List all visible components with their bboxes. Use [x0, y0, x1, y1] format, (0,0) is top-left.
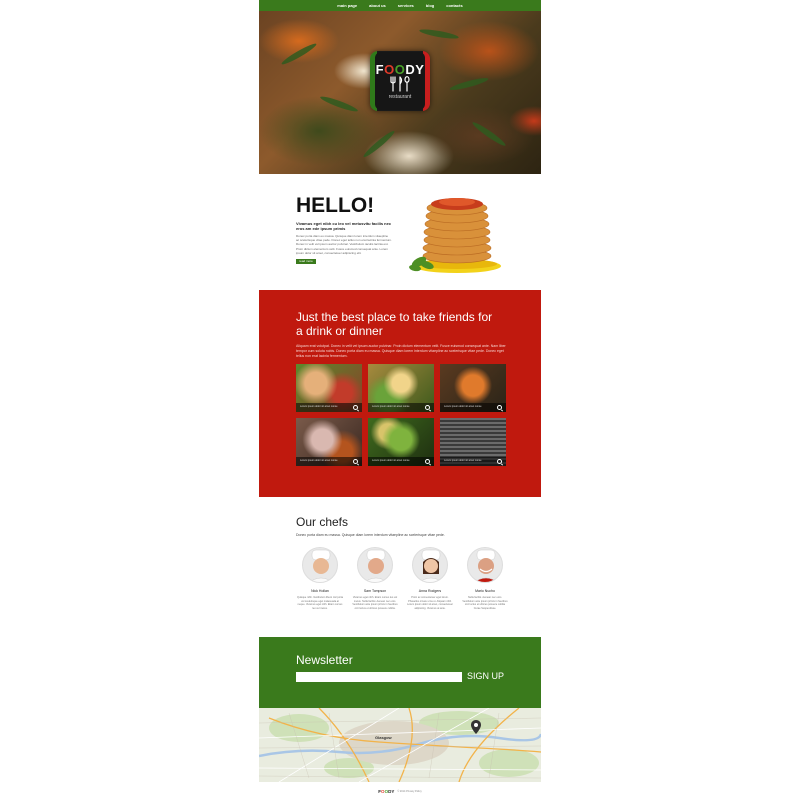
gallery-item[interactable]: Lorem ipsum dolor sit amet conse: [296, 418, 362, 466]
nav-item-main-page[interactable]: main page: [337, 3, 357, 8]
newsletter-email-input[interactable]: [296, 672, 462, 682]
leaf-decoration: [361, 128, 397, 160]
zoom-icon[interactable]: [497, 405, 502, 410]
chefs-title: Our chefs: [296, 515, 349, 529]
chef-card[interactable]: Mario Nucho Nulla facilisi. Aenean nec e…: [462, 547, 508, 610]
logo-letters-dy: DY: [405, 61, 425, 77]
leaf-decoration: [470, 120, 508, 148]
gallery-caption-bar: Lorem ipsum dolor sit amet conse: [296, 457, 362, 466]
gallery-caption-bar: Lorem ipsum dolor sit amet conse: [440, 457, 506, 466]
footer-logo-letters-dy: DY: [388, 788, 395, 794]
gallery-item[interactable]: Lorem ipsum dolor sit amet conse: [440, 418, 506, 466]
gallery-caption: Lorem ipsum dolor sit amet conse: [444, 405, 482, 408]
logo-badge: FOODY restaurant: [375, 52, 425, 110]
location-map[interactable]: Glasgow: [259, 708, 541, 782]
nav-item-about-us[interactable]: about us: [369, 3, 386, 8]
zoom-icon[interactable]: [425, 405, 430, 410]
chef-card[interactable]: Anna Rodgers Proin ac consectetuer eget …: [407, 547, 453, 610]
logo-wordmark: FOODY: [376, 63, 425, 76]
logo-letter-o2: O: [394, 61, 406, 77]
footer: FOODY © 2014 Privacy Policy: [259, 782, 541, 800]
chef-description: Quisque nibh. Vestibulum libero nisl por…: [297, 596, 343, 610]
hello-section: HELLO! Vivamus eget nibh cu leo vel metu…: [259, 174, 541, 290]
chefs-section: Our chefs Donec porta diam eu massa. Qui…: [259, 497, 541, 637]
chef-portrait-icon: [474, 549, 498, 582]
chef-portrait-icon: [419, 549, 443, 582]
chef-description: Proin ac consectetuer eget lorem. Phasel…: [407, 596, 453, 610]
leaf-decoration: [319, 94, 359, 114]
leaf-decoration: [280, 41, 318, 67]
nav-item-contacts[interactable]: contacts: [446, 3, 462, 8]
gallery-item[interactable]: Lorem ipsum dolor sit amet conse: [296, 364, 362, 412]
gallery-title: Just the best place to take friends for …: [296, 310, 493, 338]
hello-body: Donec porta diam eu massa. Quisque diam …: [296, 234, 392, 255]
gallery-caption-bar: Lorem ipsum dolor sit amet conse: [368, 403, 434, 412]
gallery-intro: Aliquam erat volutpat. Donec in velit ve…: [296, 344, 506, 358]
chef-avatar: [467, 547, 503, 583]
newsletter-section: Newsletter SIGN UP: [259, 637, 541, 708]
chef-card[interactable]: Nick Hollan Quisque nibh. Vestibulum lib…: [297, 547, 343, 610]
footer-logo[interactable]: FOODY: [378, 789, 394, 794]
pancakes-image: [409, 198, 501, 273]
leaf-decoration: [418, 27, 460, 41]
gallery-item[interactable]: Lorem ipsum dolor sit amet conse: [368, 418, 434, 466]
chef-card[interactable]: Sam Tompson Vivamus eget nibh. Etiam cur…: [352, 547, 398, 610]
leaf-decoration: [448, 75, 490, 93]
gallery-item[interactable]: Lorem ipsum dolor sit amet conse: [368, 364, 434, 412]
gallery-item[interactable]: Lorem ipsum dolor sit amet conse: [440, 364, 506, 412]
logo-subtitle: restaurant: [388, 93, 412, 100]
page: main page about us services blog contact…: [259, 0, 541, 800]
gallery-caption-bar: Lorem ipsum dolor sit amet conse: [296, 403, 362, 412]
chef-avatar: [412, 547, 448, 583]
nav-item-blog[interactable]: blog: [426, 3, 434, 8]
hello-subtitle: Vivamus eget nibh cu leo vel metusvitu f…: [296, 221, 392, 231]
gallery-caption: Lorem ipsum dolor sit amet conse: [300, 459, 338, 462]
logo-letter-o1: O: [384, 61, 395, 77]
hello-title: HELLO!: [296, 194, 375, 217]
nav-item-services[interactable]: services: [398, 3, 414, 8]
gallery-caption: Lorem ipsum dolor sit amet conse: [372, 405, 410, 408]
newsletter-title: Newsletter: [296, 653, 353, 667]
map-pin-icon[interactable]: [471, 720, 481, 734]
gallery-caption-bar: Lorem ipsum dolor sit amet conse: [368, 457, 434, 466]
gallery-section: Just the best place to take friends for …: [259, 290, 541, 497]
hero-food-image: FOODY restaurant: [259, 11, 541, 174]
chefs-intro: Donec porta diam eu massa. Quisque diam …: [296, 533, 445, 537]
chef-name: Nick Hollan: [311, 589, 329, 593]
chef-portrait-icon: [364, 549, 388, 582]
read-more-button[interactable]: read more: [296, 259, 316, 264]
chef-name: Mario Nucho: [475, 589, 495, 593]
gallery-caption: Lorem ipsum dolor sit amet conse: [372, 459, 410, 462]
top-navigation: main page about us services blog contact…: [259, 0, 541, 11]
gallery-caption: Lorem ipsum dolor sit amet conse: [300, 405, 338, 408]
foody-logo[interactable]: FOODY restaurant: [370, 51, 430, 111]
zoom-icon[interactable]: [353, 405, 358, 410]
cutlery-icon: [390, 75, 410, 92]
chef-name: Sam Tompson: [363, 589, 387, 593]
zoom-icon[interactable]: [497, 459, 502, 464]
zoom-icon[interactable]: [353, 459, 358, 464]
chef-name: Anna Rodgers: [418, 589, 442, 593]
signup-button[interactable]: SIGN UP: [467, 671, 504, 681]
chef-description: Nulla facilisi. Aenean nec eros. Vestibu…: [462, 596, 508, 610]
zoom-icon[interactable]: [425, 459, 430, 464]
logo-letter-f: F: [375, 61, 385, 77]
map-city-label: Glasgow: [375, 735, 392, 740]
food-gallery: Lorem ipsum dolor sit amet conse Lorem i…: [296, 364, 506, 466]
chef-avatar: [302, 547, 338, 583]
gallery-caption-bar: Lorem ipsum dolor sit amet conse: [440, 403, 506, 412]
chef-avatar: [357, 547, 393, 583]
chef-portrait-icon: [309, 549, 333, 582]
chef-description: Vivamus eget nibh. Etiam cursus leo vel …: [352, 596, 398, 610]
gallery-caption: Lorem ipsum dolor sit amet conse: [444, 459, 482, 462]
map-graphic: [259, 708, 541, 782]
footer-text[interactable]: © 2014 Privacy Policy: [397, 790, 421, 793]
